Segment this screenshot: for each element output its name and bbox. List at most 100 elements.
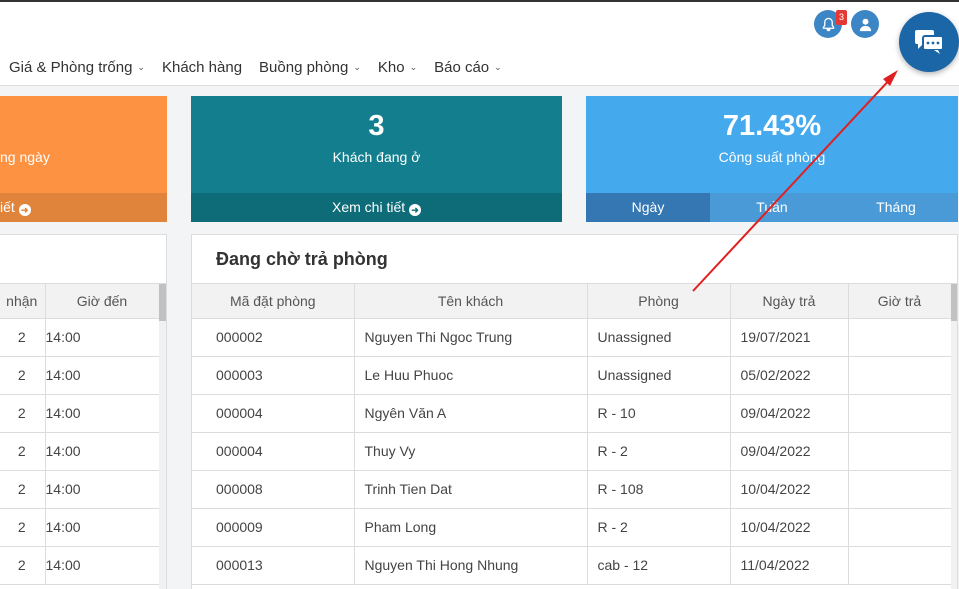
scrollbar[interactable] — [159, 284, 166, 589]
table-row[interactable]: 2 14:00 — [0, 546, 160, 585]
nav-item-reports[interactable]: Báo cáo ⌄ — [434, 57, 502, 77]
nav-item-label: Buồng phòng — [259, 58, 349, 76]
tab-month[interactable]: Tháng — [834, 193, 958, 222]
stat-card-occupancy: 71.43% Công suất phòng Ngày Tuần Tháng — [586, 96, 958, 222]
table-cell: Unassigned — [587, 356, 731, 395]
scrollbar-thumb[interactable] — [159, 284, 166, 321]
table-cell: 000004 — [192, 432, 355, 471]
table-cell: 000008 — [192, 470, 355, 509]
table-cell: 000004 — [192, 394, 355, 433]
notification-badge: 3 — [836, 10, 847, 25]
table-cell: 000013 — [192, 546, 355, 585]
top-navbar: Giá & Phòng trống ⌄ Khách hàng Buồng phò… — [0, 0, 959, 86]
column-header-room[interactable]: Phòng — [587, 284, 731, 319]
table-cell: Thuy Vy — [354, 432, 588, 471]
nav-item-label: Kho — [377, 58, 405, 76]
nav-item-housekeeping[interactable]: Buồng phòng ⌄ — [259, 57, 361, 77]
stat-card-label: Khách đang ở — [332, 149, 421, 165]
chat-button[interactable] — [899, 12, 959, 72]
chevron-down-icon: ⌄ — [409, 61, 418, 72]
table-row[interactable]: 000002 Nguyen Thi Ngoc Trung Unassigned 19/… — [192, 318, 952, 357]
table-header-row: nhận Giờ đến — [0, 284, 160, 319]
table-row[interactable]: 000013 Nguyen Thi Hong Nhung cab - 12 11/04… — [192, 546, 952, 585]
table-cell: Nguyen Thi Hong Nhung — [354, 546, 588, 585]
table-cell: 14:00 — [45, 470, 160, 509]
column-header-checkout-time[interactable]: Giờ trả — [848, 284, 952, 319]
tab-week[interactable]: Tuần — [710, 193, 834, 222]
table-cell — [848, 470, 952, 509]
table-cell: Pham Long — [354, 508, 588, 547]
scrollbar[interactable] — [951, 284, 957, 589]
panel-title: Đang chờ trả phòng — [192, 235, 957, 284]
table-cell: 2 — [0, 470, 46, 509]
table-cell: Unassigned — [587, 318, 731, 357]
table-cell: 000009 — [192, 508, 355, 547]
table-cell: 10/04/2022 — [730, 470, 849, 509]
table-cell — [848, 356, 952, 395]
column-header-guest-name[interactable]: Tên khách — [354, 284, 588, 319]
nav-item-label: Khách hàng — [161, 58, 243, 76]
arrow-right-circle-icon: ➜ — [18, 204, 31, 216]
table-cell: R - 108 — [587, 470, 731, 509]
user-menu-button[interactable] — [851, 10, 879, 38]
stat-card-value: 71.43% — [722, 110, 822, 142]
stat-card-guests-staying: 3 Khách đang ở Xem chi tiết ➜ — [191, 96, 562, 222]
chevron-down-icon: ⌄ — [137, 61, 145, 72]
table-cell: 000003 — [192, 356, 355, 395]
chat-icon — [915, 30, 944, 54]
table-cell: 000002 — [192, 318, 355, 357]
table-cell: 09/04/2022 — [730, 432, 849, 471]
table-cell — [848, 318, 952, 357]
table-cell: R - 2 — [587, 508, 731, 547]
nav-item-pricing[interactable]: Giá & Phòng trống ⌄ — [9, 57, 145, 77]
column-header-checkout-date[interactable]: Ngày trả — [730, 284, 849, 319]
table-cell: 19/07/2021 — [730, 318, 849, 357]
nav-item-inventory[interactable]: Kho ⌄ — [378, 57, 417, 77]
table-row[interactable]: 000004 Ngyên Văn AR - 10 09/04/2022 — [192, 394, 952, 433]
tab-day[interactable]: Ngày — [586, 193, 710, 222]
table-cell: Trinh Tien Dat — [354, 470, 588, 509]
pending-checkout-panel: Đang chờ trả phòng Mã đặt phòng Tên khác… — [191, 234, 958, 589]
stat-card-footer-label: iết — [0, 199, 15, 215]
table-cell — [848, 508, 952, 547]
table-cell: 14:00 — [45, 356, 160, 395]
table-cell: Ngyên Văn A — [354, 394, 588, 433]
table-row[interactable]: 2 14:00 — [0, 508, 160, 547]
scrollbar-thumb[interactable] — [951, 284, 957, 321]
bell-icon — [822, 17, 834, 31]
nav-item-customers[interactable]: Khách hàng — [162, 57, 242, 77]
table-cell: 2 — [0, 394, 46, 433]
table-cell — [848, 432, 952, 471]
table-row[interactable]: 000004 Thuy Vy R - 2 09/04/2022 — [192, 432, 952, 471]
arrow-right-circle-icon: ➜ — [409, 204, 422, 216]
table-cell: 14:00 — [45, 508, 160, 547]
stat-card-footer-link[interactable]: iết ➜ — [0, 193, 167, 222]
table-cell: R - 10 — [587, 394, 731, 433]
table-row[interactable]: 2 14:00 — [0, 356, 160, 395]
table-cell: cab - 12 — [587, 546, 731, 585]
table-cell — [848, 546, 952, 585]
column-header-booking-code[interactable]: Mã đặt phòng — [192, 284, 355, 319]
pending-checkout-table: Mã đặt phòng Tên khách Phòng Ngày trả Gi… — [192, 284, 952, 585]
table-cell: 2 — [0, 546, 46, 585]
table-cell: 05/02/2022 — [730, 356, 849, 395]
table-row[interactable]: 2 14:00 — [0, 318, 160, 357]
table-row[interactable]: 2 14:00 — [0, 432, 160, 471]
view-details-link[interactable]: Xem chi tiết ➜ — [191, 193, 562, 222]
table-row[interactable]: 000003 Le Huu Phuoc Unassigned 05/02/2022 — [192, 356, 952, 395]
table-cell: 2 — [0, 356, 46, 395]
arrivals-panel: nhận Giờ đến 2 14:00 2 14:00 2 14:00 2 14:00 2 14… — [0, 234, 167, 589]
table-row[interactable]: 2 14:00 — [0, 394, 160, 433]
table-header-row: Mã đặt phòng Tên khách Phòng Ngày trả Gi… — [192, 284, 952, 319]
column-header[interactable]: Giờ đến — [45, 284, 160, 319]
view-details-label: Xem chi tiết — [331, 199, 406, 215]
stat-card-value: 3 — [368, 110, 385, 142]
column-header[interactable]: nhận — [0, 284, 46, 319]
table-row[interactable]: 2 14:00 — [0, 470, 160, 509]
stat-card-label: Công suất phòng — [718, 149, 826, 165]
table-cell: 11/04/2022 — [730, 546, 849, 585]
table-row[interactable]: 000008 Trinh Tien Dat R - 108 10/04/2022 — [192, 470, 952, 509]
table-cell: Le Huu Phuoc — [354, 356, 588, 395]
table-cell: 14:00 — [45, 432, 160, 471]
table-row[interactable]: 000009 Pham Long R - 2 10/04/2022 — [192, 508, 952, 547]
